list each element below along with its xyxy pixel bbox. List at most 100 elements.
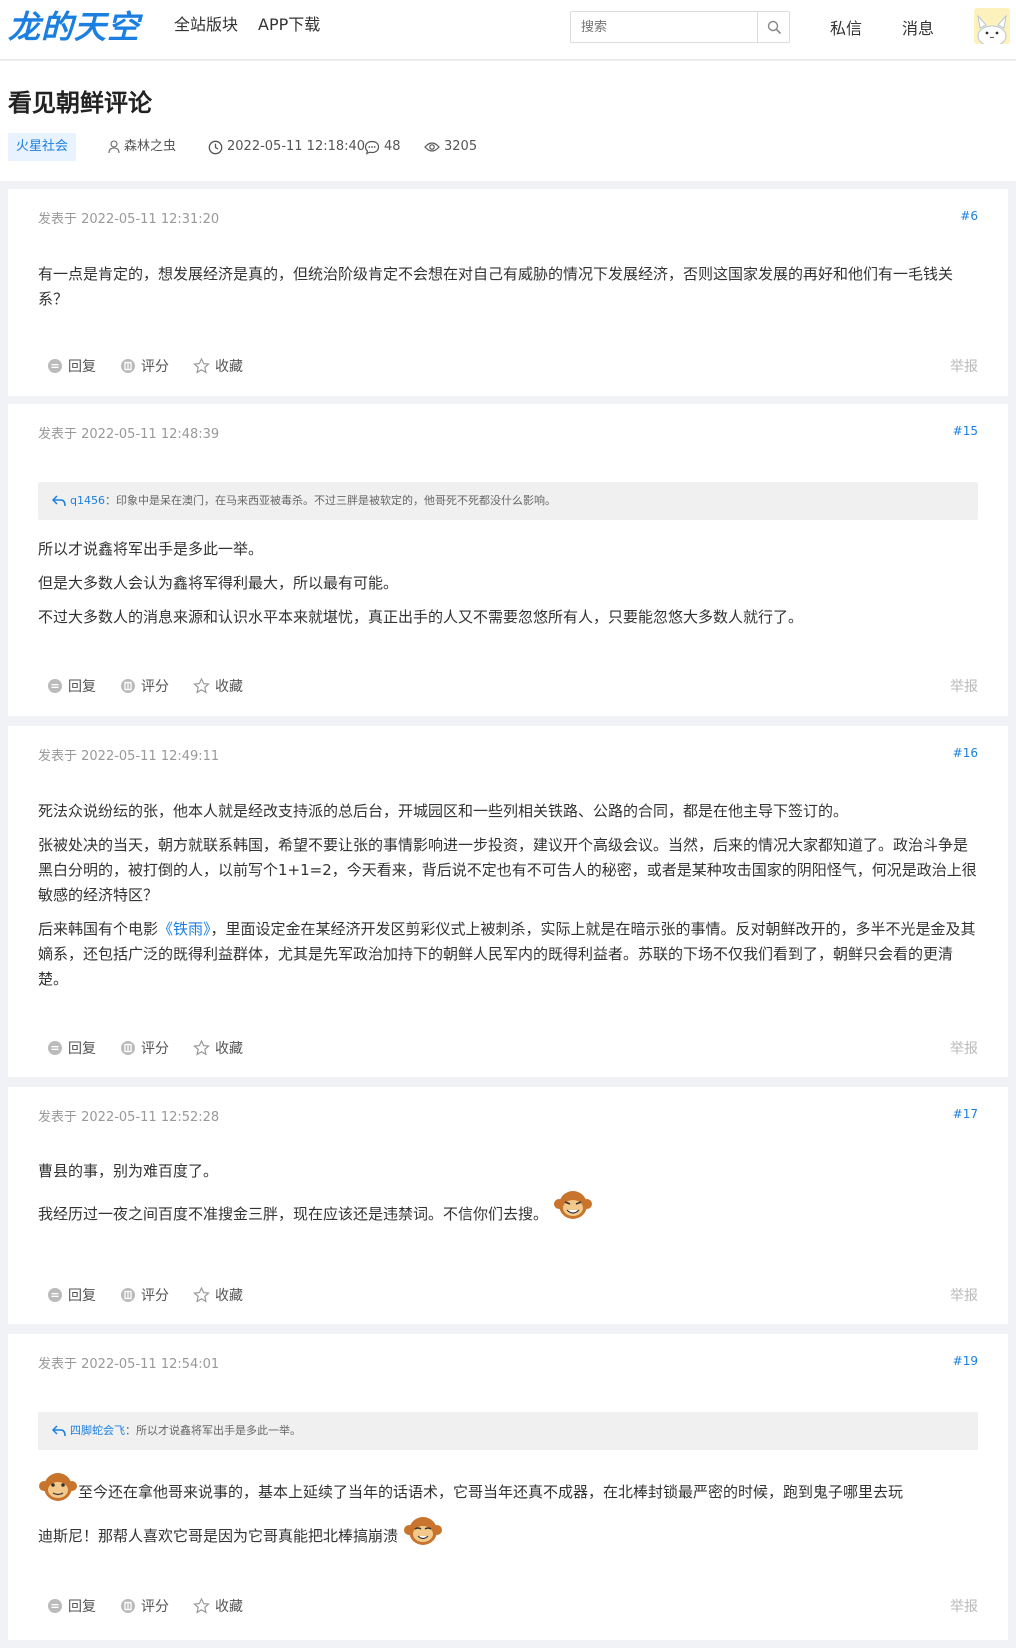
post-paragraph: 不过大多数人的消息来源和认识水平本来就堪忧，真正出手的人又不需要忽悠所有人，只要…: [38, 608, 804, 626]
rate-button[interactable]: 评分: [120, 676, 169, 696]
top-navbar: 龙的天空 全站版块 APP下载 私信 消息: [0, 0, 1016, 60]
nav-app-download[interactable]: APP下载: [258, 14, 320, 36]
report-button[interactable]: 举报: [950, 1596, 978, 1616]
paragraph-text: 后来韩国有个电影: [38, 920, 159, 938]
quote-text: ：印象中是呆在澳门，在马来西亚被毒杀。不过三胖是被软定的，他哥死不死都没什么影响…: [104, 494, 556, 507]
post-paragraph: 至今还在拿他哥来说事的，基本上延续了当年的话语术，它哥当年还真不成器，在北棒封锁…: [38, 1470, 978, 1514]
post-datetime: 2022-05-11 12:18:40: [208, 133, 365, 161]
paragraph-text: 至今还在拿他哥来说事的，基本上延续了当年的话语术，它哥当年还真不成器，在北棒封锁…: [78, 1483, 904, 1501]
site-logo[interactable]: 龙的天空: [8, 6, 140, 48]
rate-label: 评分: [141, 679, 169, 695]
post-time: 发表于 2022-05-11 12:52:28: [38, 1110, 220, 1125]
rate-icon: [121, 1599, 135, 1613]
search-button[interactable]: [757, 12, 789, 42]
favorite-label: 收藏: [215, 679, 243, 695]
reply-icon: [48, 1041, 62, 1055]
post-content: 所以才说鑫将军出手是多此一举。 但是大多数人会认为鑫将军得利最大，所以最有可能。…: [38, 537, 978, 639]
author-meta[interactable]: 森林之虫: [108, 133, 176, 161]
board-tag[interactable]: 火星社会: [8, 133, 77, 161]
reply-label: 回复: [68, 1041, 96, 1057]
favorite-label: 收藏: [215, 1041, 243, 1057]
author-name[interactable]: 森林之虫: [124, 133, 176, 161]
post-paragraph: 曹县的事，别为难百度了。: [38, 1162, 219, 1180]
post-paragraph: 后来韩国有个电影《铁雨》，里面设定金在某经济开发区剪彩仪式上被刺杀，实际上就是在…: [38, 917, 978, 992]
report-button[interactable]: 举报: [950, 1285, 978, 1305]
view-count-text: 3205: [444, 139, 478, 154]
report-button[interactable]: 举报: [950, 1038, 978, 1058]
thread-header: 看见朝鲜评论 火星社会 森林之虫 2022-05-11 12:18:40 48: [0, 61, 1016, 181]
reply-label: 回复: [68, 1599, 96, 1615]
post-card: 发表于 2022-05-11 12:31:20 #6 有一点是肯定的，想发展经济…: [8, 189, 1008, 396]
star-icon: [193, 1598, 210, 1614]
floor-number[interactable]: #16: [953, 746, 978, 760]
post-content: 有一点是肯定的，想发展经济是真的，但统治阶级肯定不会想在对自己有威胁的情况下发展…: [38, 262, 978, 321]
report-button[interactable]: 举报: [950, 676, 978, 696]
post-time: 发表于 2022-05-11 12:54:01: [38, 1357, 220, 1372]
rate-icon: [121, 679, 135, 693]
quote-username[interactable]: 四脚蛇会飞: [70, 1412, 125, 1450]
monkey-emoji-icon: [553, 1190, 592, 1219]
star-icon: [193, 1287, 210, 1303]
reply-button[interactable]: 回复: [47, 356, 96, 376]
thread-meta: 火星社会 森林之虫 2022-05-11 12:18:40 48 3205: [8, 133, 1008, 163]
rate-icon: [121, 1041, 135, 1055]
datetime-text: 2022-05-11 12:18:40: [227, 139, 366, 154]
reply-label: 回复: [68, 1288, 96, 1304]
reply-button[interactable]: 回复: [47, 1038, 96, 1058]
floor-number[interactable]: #6: [960, 209, 978, 223]
report-button[interactable]: 举报: [950, 356, 978, 376]
nav-all-boards[interactable]: 全站版块: [174, 14, 238, 36]
post-actions: 回复 评分 收藏 举报: [38, 1038, 978, 1058]
favorite-button[interactable]: 收藏: [193, 1285, 243, 1305]
post-time: 发表于 2022-05-11 12:49:11: [38, 749, 220, 764]
notifications-link[interactable]: 消息: [902, 15, 934, 39]
floor-number[interactable]: #19: [953, 1354, 978, 1368]
post-paragraph: 我经历过一夜之间百度不准搜金三胖，现在应该还是违禁词。不信你们去搜。: [38, 1190, 978, 1227]
reply-label: 回复: [68, 359, 96, 375]
paragraph-text: 迪斯尼！那帮人喜欢它哥是因为它哥真能把北棒搞崩溃: [38, 1527, 399, 1545]
search-input[interactable]: [571, 12, 757, 42]
search-icon: [767, 20, 781, 34]
rate-icon: [121, 359, 135, 373]
reply-button[interactable]: 回复: [47, 1596, 96, 1616]
favorite-button[interactable]: 收藏: [193, 1038, 243, 1058]
rate-icon: [121, 1288, 135, 1302]
post-time: 发表于 2022-05-11 12:48:39: [38, 427, 220, 442]
post-paragraph: 死法众说纷纭的张，他本人就是经改支持派的总后台，开城园区和一些列相关铁路、公路的…: [38, 802, 849, 820]
reply-icon: [48, 1599, 62, 1613]
avatar-image: [974, 8, 1010, 44]
post-actions: 回复 评分 收藏 举报: [38, 1285, 978, 1305]
search-box: [570, 11, 790, 43]
rate-label: 评分: [141, 1599, 169, 1615]
movie-title-link[interactable]: 《铁雨》: [158, 920, 211, 938]
quote-username[interactable]: q1456: [70, 482, 105, 520]
monkey-emoji-icon: [403, 1516, 442, 1545]
post-actions: 回复 评分 收藏 举报: [38, 676, 978, 696]
star-icon: [193, 1040, 210, 1056]
favorite-label: 收藏: [215, 1599, 243, 1615]
rate-button[interactable]: 评分: [120, 1038, 169, 1058]
private-message-link[interactable]: 私信: [830, 15, 862, 39]
post-card: 发表于 2022-05-11 12:49:11 #16 死法众说纷纭的张，他本人…: [8, 726, 1008, 1077]
floor-number[interactable]: #17: [953, 1107, 978, 1121]
rate-button[interactable]: 评分: [120, 1285, 169, 1305]
user-avatar[interactable]: [974, 8, 1010, 44]
reply-button[interactable]: 回复: [47, 676, 96, 696]
quote-reply-arrow-icon: [52, 1425, 66, 1437]
reply-button[interactable]: 回复: [47, 1285, 96, 1305]
rate-label: 评分: [141, 1041, 169, 1057]
favorite-button[interactable]: 收藏: [193, 356, 243, 376]
rate-label: 评分: [141, 359, 169, 375]
favorite-button[interactable]: 收藏: [193, 676, 243, 696]
favorite-label: 收藏: [215, 1288, 243, 1304]
comment-icon: [364, 140, 380, 155]
quote-text: ：所以才说鑫将军出手是多此一举。: [125, 1424, 301, 1437]
rate-button[interactable]: 评分: [120, 356, 169, 376]
rate-button[interactable]: 评分: [120, 1596, 169, 1616]
post-actions: 回复 评分 收藏 举报: [38, 1596, 978, 1616]
favorite-button[interactable]: 收藏: [193, 1596, 243, 1616]
post-content: 曹县的事，别为难百度了。 我经历过一夜之间百度不准搜金三胖，现在应该还是违禁词。…: [38, 1159, 978, 1236]
floor-number[interactable]: #15: [953, 424, 978, 438]
page-title: 看见朝鲜评论: [8, 89, 152, 117]
reply-icon: [48, 679, 62, 693]
